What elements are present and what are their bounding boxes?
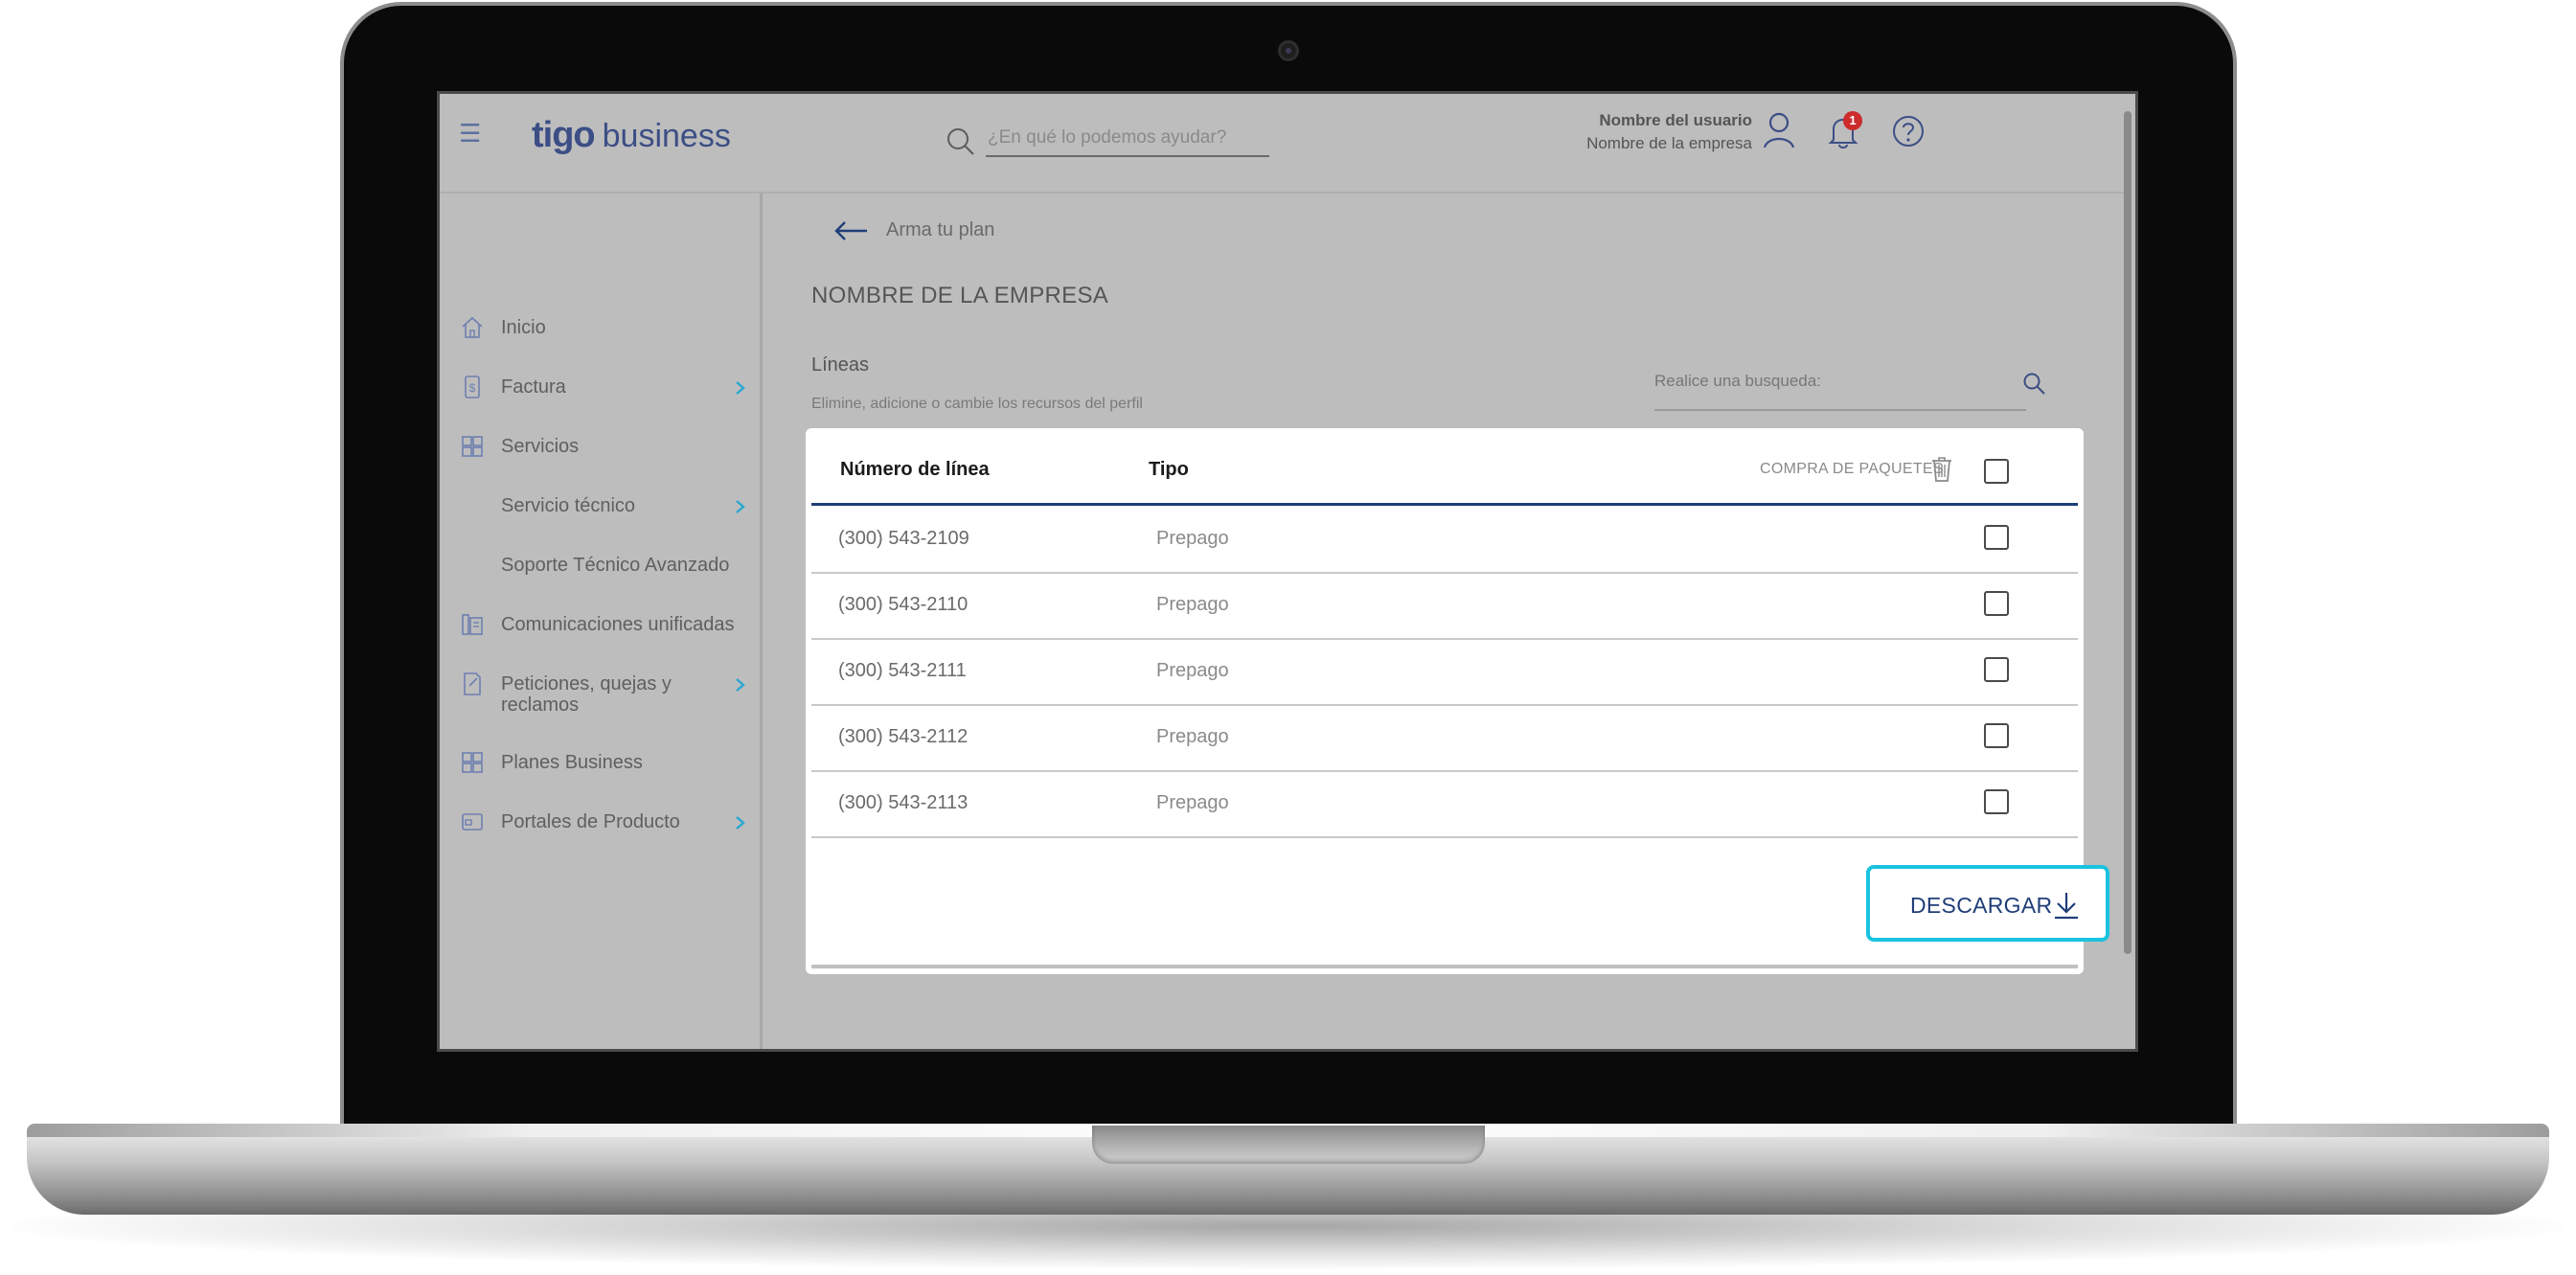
table-header: Número de línea Tipo COMPRA DE PAQUETES [811, 428, 2078, 506]
trash-icon[interactable] [1930, 455, 1953, 484]
line-type: Prepago [1156, 528, 1229, 549]
logo-business-text: business [602, 118, 731, 154]
sidebar-item-label: Portales de Producto [501, 811, 680, 832]
section-title: Líneas [811, 354, 870, 376]
chevron-right-icon [736, 678, 745, 692]
line-type: Prepago [1156, 660, 1229, 681]
sidebar-item-label: Servicio técnico [501, 495, 636, 516]
card-divider [811, 965, 2078, 968]
sidebar-item-inicio[interactable]: Inicio [440, 309, 756, 348]
row-checkbox[interactable] [1984, 657, 2009, 682]
table-row[interactable]: (300) 543-2111 Prepago [811, 638, 2078, 706]
row-checkbox[interactable] [1984, 525, 2009, 550]
sidebar-item-label: Peticiones, quejas y reclamos [501, 673, 672, 716]
sidebar-item-factura[interactable]: $ Factura [440, 369, 756, 407]
sidebar-item-label: Inicio [501, 317, 546, 338]
sidebar-item-label: Comunicaciones unificadas [501, 614, 735, 635]
sidebar-item-comunicaciones[interactable]: Comunicaciones unificadas [440, 606, 756, 645]
line-number: (300) 543-2112 [838, 726, 969, 747]
card-icon [462, 813, 483, 831]
notification-badge: 1 [1843, 111, 1862, 130]
company-name: Nombre de la empresa [1586, 134, 1752, 152]
chevron-right-icon [736, 816, 745, 830]
line-type: Prepago [1156, 594, 1229, 615]
download-button[interactable]: DESCARGAR [1866, 865, 2109, 942]
row-checkbox[interactable] [1984, 789, 2009, 814]
webcam-icon [1278, 40, 1299, 61]
document-edit-icon [464, 672, 481, 695]
lines-search-label[interactable]: Realice una busqueda: [1654, 372, 1821, 391]
sidebar-item-servicios[interactable]: Servicios [440, 428, 756, 467]
sidebar-item-servicio-tecnico[interactable]: Servicio técnico [440, 488, 756, 526]
table-row[interactable]: (300) 543-2112 Prepago [811, 704, 2078, 772]
home-icon [462, 316, 483, 338]
phone-building-icon [462, 614, 483, 635]
chevron-right-icon [736, 500, 745, 513]
line-number: (300) 543-2111 [838, 660, 967, 681]
sidebar-item-planes-business[interactable]: Planes Business [440, 744, 756, 783]
global-search-input[interactable] [986, 121, 1269, 157]
line-type: Prepago [1156, 726, 1229, 747]
sidebar-item-pqr[interactable]: Peticiones, quejas y reclamos [440, 666, 756, 719]
brand-logo[interactable]: tigo business [532, 115, 731, 156]
user-info[interactable]: Nombre del usuario Nombre de la empresa [1580, 111, 1752, 153]
line-number: (300) 543-2113 [838, 792, 969, 813]
laptop-hinge-notch [1092, 1126, 1485, 1164]
table-row[interactable]: (300) 543-2110 Prepago [811, 572, 2078, 640]
sidebar: Inicio $ Factura Servicios Servicio técn… [440, 193, 763, 1049]
search-icon[interactable] [2022, 372, 2047, 397]
user-icon[interactable] [1762, 111, 1796, 149]
sidebar-item-soporte-avanzado[interactable]: Soporte Técnico Avanzado [440, 547, 756, 585]
download-button-label: DESCARGAR [1910, 893, 2053, 918]
page-title: NOMBRE DE LA EMPRESA [811, 283, 1109, 308]
search-icon[interactable] [946, 126, 976, 157]
chevron-right-icon [736, 381, 745, 395]
sidebar-item-label: Planes Business [501, 752, 643, 773]
invoice-icon: $ [465, 376, 480, 398]
sidebar-item-label: Soporte Técnico Avanzado [501, 555, 730, 576]
section-subtitle: Elimine, adicione o cambie los recursos … [811, 396, 1143, 412]
top-header: ☰ tigo business Nombre del usuario Nombr… [440, 94, 2130, 194]
back-arrow-icon[interactable] [832, 219, 871, 242]
line-number: (300) 543-2110 [838, 594, 969, 615]
help-icon[interactable] [1892, 115, 1925, 148]
column-header-type: Tipo [1149, 459, 1189, 480]
sidebar-item-label: Servicios [501, 436, 580, 457]
lines-search-underline[interactable] [1654, 409, 2026, 411]
table-row[interactable]: (300) 543-2113 Prepago [811, 770, 2078, 838]
sidebar-item-portales[interactable]: Portales de Producto [440, 804, 756, 842]
sidebar-item-label: Factura [501, 376, 566, 398]
buy-packages-link[interactable]: COMPRA DE PAQUETES [1760, 461, 1944, 478]
hamburger-menu-icon[interactable]: ☰ [459, 119, 481, 148]
user-name: Nombre del usuario [1599, 111, 1752, 129]
svg-text:$: $ [469, 381, 476, 395]
row-checkbox[interactable] [1984, 591, 2009, 616]
line-number: (300) 543-2109 [838, 528, 969, 549]
grid-icon [462, 436, 483, 457]
select-all-checkbox[interactable] [1984, 459, 2009, 484]
table-row[interactable]: (300) 543-2109 Prepago [811, 506, 2078, 574]
download-icon [2055, 893, 2078, 920]
column-header-number: Número de línea [840, 459, 990, 480]
grid-icon [462, 752, 483, 773]
row-checkbox[interactable] [1984, 723, 2009, 748]
line-type: Prepago [1156, 792, 1229, 813]
scrollbar-thumb[interactable] [2124, 111, 2131, 954]
vertical-scrollbar[interactable] [2124, 102, 2131, 1045]
breadcrumb[interactable]: Arma tu plan [886, 219, 994, 241]
logo-tigo-text: tigo [532, 115, 596, 155]
